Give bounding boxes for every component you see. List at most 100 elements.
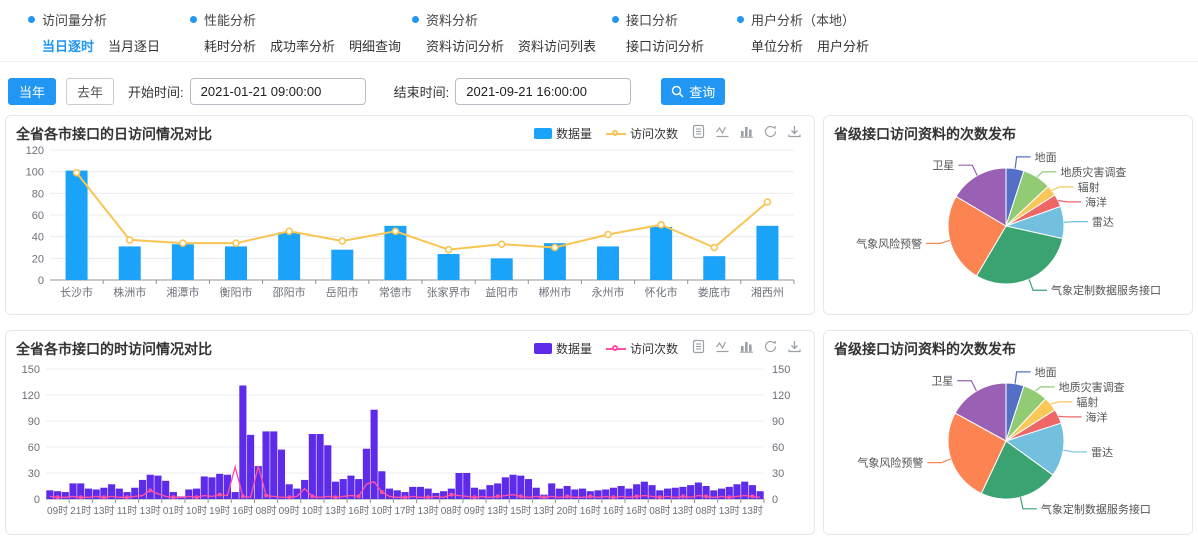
svg-text:13时: 13时 bbox=[533, 505, 554, 517]
nav-group-label: 用户分析（本地） bbox=[751, 10, 855, 29]
svg-text:10时: 10时 bbox=[186, 505, 207, 517]
daily-chart-header: 全省各市接口的日访问情况对比 数据量 访问次数 bbox=[6, 116, 814, 142]
start-time-input[interactable] bbox=[190, 78, 366, 105]
svg-text:0: 0 bbox=[34, 494, 40, 506]
svg-text:20: 20 bbox=[32, 253, 44, 265]
svg-text:100: 100 bbox=[26, 167, 44, 179]
legend-label: 数据量 bbox=[556, 340, 592, 357]
svg-text:株洲市: 株洲市 bbox=[113, 285, 146, 299]
legend-item-visit-count[interactable]: 访问次数 bbox=[606, 340, 678, 357]
pie-top-header: 省级接口访问资料的次数发布 bbox=[824, 116, 1192, 142]
svg-text:雷达: 雷达 bbox=[1092, 216, 1114, 229]
bar-chart-toggle-icon[interactable] bbox=[739, 339, 754, 354]
nav-group-user: 用户分析（本地） 单位分析 用户分析 bbox=[737, 10, 869, 55]
svg-text:娄底市: 娄底市 bbox=[698, 285, 731, 299]
nav-item-data-access-analysis[interactable]: 资料访问分析 bbox=[426, 36, 504, 55]
bullet-icon bbox=[190, 16, 197, 23]
bullet-icon bbox=[28, 16, 35, 23]
svg-text:08时: 08时 bbox=[441, 505, 462, 517]
svg-text:地质灾害调查: 地质灾害调查 bbox=[1060, 165, 1126, 179]
end-time-input[interactable] bbox=[455, 78, 631, 105]
search-icon bbox=[671, 85, 684, 98]
svg-text:永州市: 永州市 bbox=[592, 285, 625, 299]
svg-text:13时: 13时 bbox=[140, 505, 161, 517]
svg-text:60: 60 bbox=[28, 442, 40, 454]
svg-text:0: 0 bbox=[772, 494, 778, 506]
daily-combo-chart[interactable]: 020406080100120长沙市株洲市湘潭市衡阳市邵阳市岳阳市常德市张家界市… bbox=[12, 144, 806, 310]
line-chart-toggle-icon[interactable] bbox=[715, 339, 730, 354]
svg-text:气象定制数据服务接口: 气象定制数据服务接口 bbox=[1051, 283, 1161, 297]
svg-text:常德市: 常德市 bbox=[379, 285, 412, 299]
pie-card-top: 省级接口访问资料的次数发布 地面地质灾害调查辐射海洋雷达气象定制数据服务接口卫星… bbox=[823, 115, 1193, 315]
this-year-button[interactable]: 当年 bbox=[8, 78, 56, 105]
hourly-chart-legend: 数据量 访问次数 bbox=[534, 340, 678, 357]
legend-item-visit-count[interactable]: 访问次数 bbox=[606, 125, 678, 142]
svg-text:海洋: 海洋 bbox=[1086, 410, 1108, 424]
line-marker-icon bbox=[606, 343, 626, 354]
data-view-icon[interactable] bbox=[691, 124, 706, 139]
nav-group-title: 用户分析（本地） bbox=[737, 10, 869, 29]
svg-text:卫星: 卫星 bbox=[931, 375, 953, 388]
save-image-icon[interactable] bbox=[787, 124, 802, 139]
svg-text:地面: 地面 bbox=[1035, 151, 1057, 164]
nav-group-title: 接口分析 bbox=[612, 10, 704, 29]
svg-text:17时: 17时 bbox=[394, 505, 415, 517]
svg-text:0: 0 bbox=[38, 275, 44, 287]
daily-chart-card: 全省各市接口的日访问情况对比 数据量 访问次数 020406080100120长… bbox=[5, 115, 815, 315]
last-year-button[interactable]: 去年 bbox=[66, 78, 114, 105]
svg-text:益阳市: 益阳市 bbox=[485, 285, 518, 299]
svg-text:湘西州: 湘西州 bbox=[751, 285, 784, 299]
svg-text:09时: 09时 bbox=[279, 505, 300, 517]
pie-bottom-title: 省级接口访问资料的次数发布 bbox=[834, 341, 1016, 357]
hourly-combo-chart[interactable]: 0030306060909012012015015009时21时13时11时13… bbox=[12, 359, 806, 531]
svg-text:19时: 19时 bbox=[209, 505, 230, 517]
search-button[interactable]: 查询 bbox=[661, 78, 725, 105]
legend-item-data-volume[interactable]: 数据量 bbox=[534, 125, 592, 142]
svg-text:150: 150 bbox=[22, 364, 40, 376]
hourly-chart-toolbox bbox=[691, 339, 802, 354]
svg-text:120: 120 bbox=[26, 145, 44, 157]
save-image-icon[interactable] bbox=[787, 339, 802, 354]
svg-text:120: 120 bbox=[22, 390, 40, 402]
svg-text:90: 90 bbox=[28, 416, 40, 428]
province-interface-pie-bottom[interactable]: 地面地质灾害调查辐射海洋雷达气象定制数据服务接口卫星气象风险预警 bbox=[824, 357, 1192, 529]
line-chart-toggle-icon[interactable] bbox=[715, 124, 730, 139]
line-marker-icon bbox=[606, 128, 626, 139]
nav-item-time-cost[interactable]: 耗时分析 bbox=[204, 36, 256, 55]
data-view-icon[interactable] bbox=[691, 339, 706, 354]
nav-item-user-analysis[interactable]: 用户分析 bbox=[817, 36, 869, 55]
svg-text:08时: 08时 bbox=[255, 505, 276, 517]
nav-item-daily-month[interactable]: 当月逐日 bbox=[108, 36, 160, 55]
nav-item-interface-access-analysis[interactable]: 接口访问分析 bbox=[626, 36, 704, 55]
nav-item-detail-query[interactable]: 明细查询 bbox=[349, 36, 401, 55]
legend-item-data-volume[interactable]: 数据量 bbox=[534, 340, 592, 357]
daily-chart-legend: 数据量 访问次数 bbox=[534, 125, 678, 142]
svg-text:10时: 10时 bbox=[302, 505, 323, 517]
restore-icon[interactable] bbox=[763, 124, 778, 139]
nav-group-performance: 性能分析 耗时分析 成功率分析 明细查询 bbox=[190, 10, 401, 55]
bar-chart-toggle-icon[interactable] bbox=[739, 124, 754, 139]
nav-group-label: 性能分析 bbox=[204, 10, 256, 29]
nav-group-title: 访问量分析 bbox=[28, 10, 160, 29]
svg-text:卫星: 卫星 bbox=[932, 159, 954, 172]
svg-text:21时: 21时 bbox=[70, 505, 91, 517]
svg-text:08时: 08时 bbox=[696, 505, 717, 517]
province-interface-pie-top[interactable]: 地面地质灾害调查辐射海洋雷达气象定制数据服务接口卫星气象风险预警 bbox=[824, 142, 1192, 310]
nav-item-unit-analysis[interactable]: 单位分析 bbox=[751, 36, 803, 55]
svg-text:16时: 16时 bbox=[626, 505, 647, 517]
restore-icon[interactable] bbox=[763, 339, 778, 354]
svg-text:雷达: 雷达 bbox=[1091, 446, 1113, 459]
svg-text:60: 60 bbox=[32, 210, 44, 222]
svg-text:13时: 13时 bbox=[418, 505, 439, 517]
svg-text:郴州市: 郴州市 bbox=[538, 285, 571, 299]
daily-chart-toolbox bbox=[691, 124, 802, 139]
svg-text:10时: 10时 bbox=[371, 505, 392, 517]
svg-text:气象定制数据服务接口: 气象定制数据服务接口 bbox=[1041, 502, 1151, 516]
nav-group-label: 接口分析 bbox=[626, 10, 678, 29]
svg-text:地质灾害调查: 地质灾害调查 bbox=[1059, 380, 1125, 394]
svg-text:11时: 11时 bbox=[117, 505, 137, 517]
nav-item-success-rate[interactable]: 成功率分析 bbox=[270, 36, 335, 55]
nav-item-hourly-today[interactable]: 当日逐时 bbox=[42, 36, 94, 55]
bar-swatch-icon bbox=[534, 343, 552, 354]
nav-item-data-access-list[interactable]: 资料访问列表 bbox=[518, 36, 596, 55]
